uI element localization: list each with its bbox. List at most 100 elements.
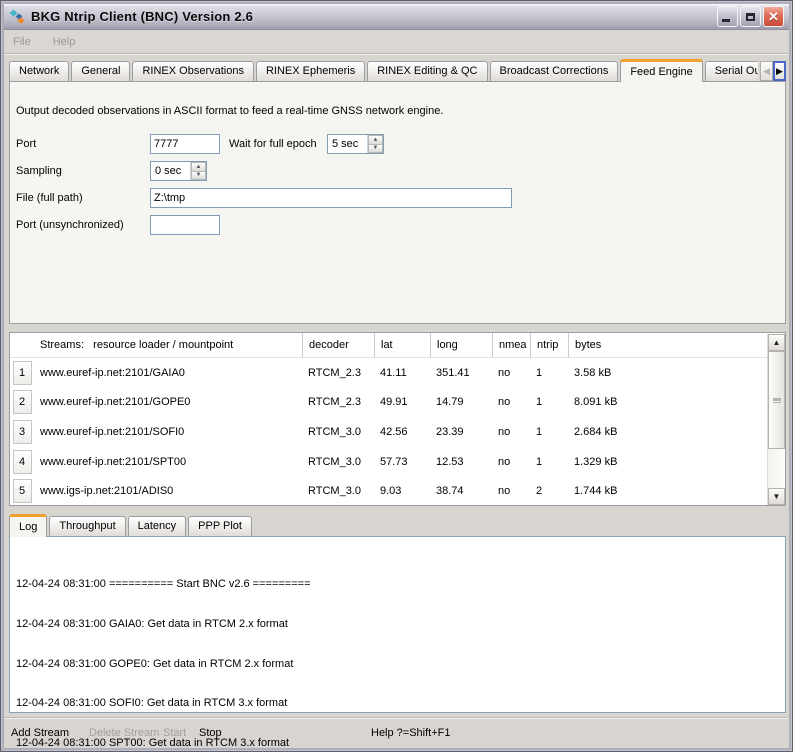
cell-decoder: RTCM_3.0: [302, 447, 374, 477]
table-row[interactable]: 2 www.euref-ip.net:2101/GOPE0 RTCM_2.3 4…: [10, 388, 768, 418]
tab-scroll-left-icon[interactable]: ◀: [760, 61, 773, 81]
row-number: 5: [13, 479, 32, 503]
col-header-bytes: bytes: [568, 333, 768, 357]
tab-rinex-observations[interactable]: RINEX Observations: [132, 61, 253, 82]
bnc-app-icon: [9, 9, 26, 25]
minimize-icon: [722, 19, 730, 22]
cell-mountpoint: www.euref-ip.net:2101/SPT00: [34, 447, 302, 477]
tab-rinex-ephemeris[interactable]: RINEX Ephemeris: [256, 61, 365, 82]
tab-log[interactable]: Log: [9, 514, 47, 537]
cell-lat: 9.03: [374, 476, 430, 506]
tab-throughput[interactable]: Throughput: [49, 516, 125, 537]
wait-for-full-epoch-spinner[interactable]: 5 sec ▲ ▼: [327, 134, 384, 154]
menu-bar: File Help: [5, 31, 788, 54]
sampling-label: Sampling: [16, 165, 62, 177]
log-output: 12-04-24 08:31:00 ========== Start BNC v…: [16, 552, 781, 752]
cell-nmea: no: [492, 417, 530, 447]
tab-rinex-editing-qc[interactable]: RINEX Editing & QC: [367, 61, 487, 82]
cell-mountpoint: www.igs-ip.net:2101/ADIS0: [34, 476, 302, 506]
table-row[interactable]: 4 www.euref-ip.net:2101/SPT00 RTCM_3.0 5…: [10, 447, 768, 477]
log-line: 12-04-24 08:31:00 SPT00: Get data in RTC…: [16, 737, 781, 750]
row-header-corner: [10, 333, 34, 357]
cell-bytes: 2.684 kB: [568, 417, 768, 447]
wait-for-full-epoch-label: Wait for full epoch: [229, 138, 317, 150]
maximize-button[interactable]: [740, 6, 761, 27]
scrollbar-thumb[interactable]: [768, 351, 785, 449]
tab-latency[interactable]: Latency: [128, 516, 187, 537]
row-number: 3: [13, 420, 32, 444]
row-number: 2: [13, 390, 32, 414]
col-header-mountpoint: Streams: resource loader / mountpoint: [34, 333, 302, 357]
cell-ntrip: 1: [530, 358, 568, 388]
col-header-lat: lat: [374, 333, 430, 357]
cell-mountpoint: www.euref-ip.net:2101/GOPE0: [34, 388, 302, 418]
table-row[interactable]: 3 www.euref-ip.net:2101/SOFI0 RTCM_3.0 4…: [10, 417, 768, 447]
row-number: 1: [13, 361, 32, 385]
streams-table-header: Streams: resource loader / mountpoint de…: [10, 333, 768, 358]
log-line: 12-04-24 08:31:00 GOPE0: Get data in RTC…: [16, 658, 781, 671]
port-unsynchronized-input[interactable]: [150, 215, 220, 235]
tab-network[interactable]: Network: [9, 61, 69, 82]
menu-help[interactable]: Help: [53, 36, 76, 48]
port-input[interactable]: [150, 134, 220, 154]
window-title: BKG Ntrip Client (BNC) Version 2.6: [31, 9, 717, 24]
col-header-ntrip: ntrip: [530, 333, 568, 357]
scroll-up-icon[interactable]: ▲: [768, 334, 785, 351]
tab-general[interactable]: General: [71, 61, 130, 82]
file-path-label: File (full path): [16, 192, 83, 204]
spin-up-icon[interactable]: ▲: [191, 162, 206, 172]
close-button[interactable]: ✕: [763, 6, 784, 27]
cell-bytes: 3.58 kB: [568, 358, 768, 388]
cell-nmea: no: [492, 476, 530, 506]
spin-up-icon[interactable]: ▲: [368, 135, 383, 145]
cell-bytes: 1.329 kB: [568, 447, 768, 477]
row-number: 4: [13, 450, 32, 474]
tab-ppp-plot[interactable]: PPP Plot: [188, 516, 252, 537]
maximize-icon: [746, 13, 755, 21]
cell-lat: 41.11: [374, 358, 430, 388]
cell-long: 12.53: [430, 447, 492, 477]
table-row[interactable]: 1 www.euref-ip.net:2101/GAIA0 RTCM_2.3 4…: [10, 358, 768, 388]
feed-engine-pane: Output decoded observations in ASCII for…: [9, 81, 786, 324]
port-unsynchronized-label: Port (unsynchronized): [16, 219, 124, 231]
cell-mountpoint: www.euref-ip.net:2101/GAIA0: [34, 358, 302, 388]
cell-long: 14.79: [430, 388, 492, 418]
file-path-input[interactable]: [150, 188, 512, 208]
scroll-down-icon[interactable]: ▼: [768, 488, 785, 505]
app-window: BKG Ntrip Client (BNC) Version 2.6 ✕ Fil…: [0, 0, 793, 752]
main-tab-bar: Network General RINEX Observations RINEX…: [9, 59, 786, 82]
cell-bytes: 8.091 kB: [568, 388, 768, 418]
feed-engine-description: Output decoded observations in ASCII for…: [16, 105, 443, 117]
sampling-spinner[interactable]: 0 sec ▲ ▼: [150, 161, 207, 181]
log-pane[interactable]: 12-04-24 08:31:00 ========== Start BNC v…: [9, 536, 786, 713]
cell-decoder: RTCM_3.0: [302, 476, 374, 506]
cell-nmea: no: [492, 358, 530, 388]
cell-lat: 57.73: [374, 447, 430, 477]
cell-nmea: no: [492, 388, 530, 418]
cell-ntrip: 1: [530, 447, 568, 477]
tab-feed-engine[interactable]: Feed Engine: [620, 59, 702, 82]
spin-down-icon[interactable]: ▼: [368, 145, 383, 154]
cell-decoder: RTCM_2.3: [302, 388, 374, 418]
minimize-button[interactable]: [717, 6, 738, 27]
tab-scroll-right-icon[interactable]: ▶: [773, 61, 786, 81]
bottom-tab-bar: Log Throughput Latency PPP Plot: [9, 514, 786, 537]
col-header-long: long: [430, 333, 492, 357]
thumb-grip-icon: [773, 398, 781, 403]
tab-serial-output[interactable]: Serial Ou: [705, 61, 758, 82]
menu-file[interactable]: File: [13, 36, 31, 48]
tab-broadcast-corrections[interactable]: Broadcast Corrections: [490, 61, 619, 82]
table-scrollbar[interactable]: ▲ ▼: [767, 334, 784, 505]
port-label: Port: [16, 138, 36, 150]
cell-decoder: RTCM_2.3: [302, 358, 374, 388]
cell-ntrip: 2: [530, 476, 568, 506]
title-bar: BKG Ntrip Client (BNC) Version 2.6 ✕: [4, 4, 789, 30]
cell-nmea: no: [492, 447, 530, 477]
cell-ntrip: 1: [530, 388, 568, 418]
table-row[interactable]: 5 www.igs-ip.net:2101/ADIS0 RTCM_3.0 9.0…: [10, 476, 768, 506]
cell-lat: 49.91: [374, 388, 430, 418]
log-line: 12-04-24 08:31:00 GAIA0: Get data in RTC…: [16, 618, 781, 631]
cell-long: 38.74: [430, 476, 492, 506]
cell-lat: 42.56: [374, 417, 430, 447]
spin-down-icon[interactable]: ▼: [191, 172, 206, 181]
